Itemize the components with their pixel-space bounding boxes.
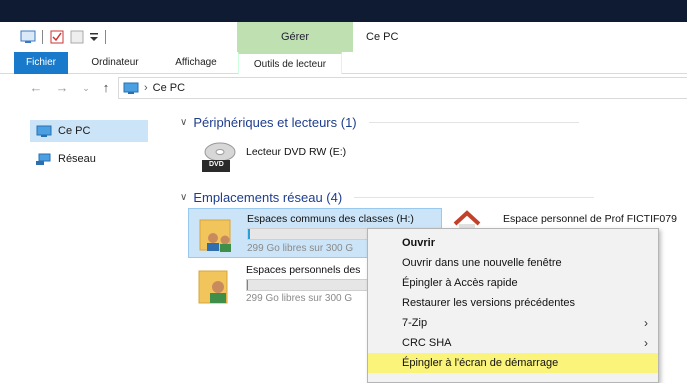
sidebar-item-network[interactable]: Réseau — [30, 148, 148, 170]
sidebar-item-label: Ce PC — [58, 125, 91, 137]
breadcrumb-chevron-icon[interactable]: › — [144, 82, 148, 94]
group-divider — [368, 122, 579, 123]
sidebar-item-label: Réseau — [58, 153, 96, 165]
context-menu: Ouvrir Ouvrir dans une nouvelle fenêtre … — [367, 228, 659, 383]
dvd-drive-label: Lecteur DVD RW (E:) — [246, 146, 347, 158]
network-icon — [36, 153, 51, 165]
forward-arrow-icon[interactable]: → — [54, 80, 70, 96]
pc-icon — [123, 82, 139, 94]
navigation-pane: Ce PC Réseau — [0, 108, 172, 383]
navigation-bar: ← → ⌄ ↑ › Ce PC — [0, 77, 687, 101]
dvd-drive-icon — [202, 142, 236, 172]
new-folder-icon[interactable] — [49, 30, 65, 44]
context-menu-item-restore-versions[interactable]: Restaurer les versions précédentes — [368, 293, 658, 313]
toolbar-separator — [105, 30, 106, 44]
manage-contextual-tab[interactable]: Gérer — [237, 22, 353, 52]
screen-top-bar — [0, 0, 687, 22]
drive-free-space: 299 Go libres sur 300 G — [246, 293, 353, 304]
address-bar[interactable]: › Ce PC — [118, 77, 687, 99]
recent-locations-chevron-icon[interactable]: ⌄ — [78, 80, 94, 96]
network-folder-icon — [199, 219, 231, 252]
context-menu-item-pin-start[interactable]: Épingler à l'écran de démarrage — [368, 353, 658, 373]
context-menu-item-crc-sha[interactable]: CRC SHA › — [368, 333, 658, 353]
customize-arrow-icon[interactable] — [89, 30, 99, 44]
context-menu-label: 7-Zip — [402, 317, 428, 329]
tab-view[interactable]: Affichage — [163, 52, 229, 74]
window-title: Ce PC — [366, 31, 399, 43]
collapse-chevron-icon[interactable]: ∨ — [180, 192, 187, 203]
network-folder-icon — [198, 270, 228, 304]
network-group-header[interactable]: ∨ Emplacements réseau (4) — [180, 190, 595, 205]
quick-access-toolbar — [20, 30, 108, 44]
breadcrumb-current[interactable]: Ce PC — [153, 82, 185, 94]
group-title: Périphériques et lecteurs (1) — [193, 115, 357, 130]
back-arrow-icon[interactable]: ← — [28, 80, 44, 96]
devices-group-header[interactable]: ∨ Périphériques et lecteurs (1) — [180, 115, 579, 130]
context-menu-item-pin-quick-access[interactable]: Épingler à Accès rapide — [368, 273, 658, 293]
ribbon-tabs: Fichier Ordinateur Affichage Outils de l… — [0, 52, 687, 74]
properties-icon[interactable] — [20, 30, 36, 44]
drive-usage-bar — [246, 279, 368, 291]
up-arrow-icon[interactable]: ↑ — [98, 80, 114, 96]
tab-file[interactable]: Fichier — [14, 52, 68, 74]
group-title: Emplacements réseau (4) — [193, 190, 343, 205]
drive-name: Espaces communs des classes (H:) — [247, 213, 414, 225]
drive-usage-fill — [247, 280, 249, 290]
context-menu-item-open[interactable]: Ouvrir — [368, 233, 658, 253]
context-menu-label: CRC SHA — [402, 337, 452, 349]
group-divider — [354, 197, 595, 198]
rename-icon[interactable] — [69, 30, 85, 44]
drive-name: Espaces personnels des — [246, 264, 361, 276]
pc-icon — [36, 125, 52, 137]
tab-computer[interactable]: Ordinateur — [78, 52, 152, 74]
dvd-badge: DVD — [209, 161, 224, 168]
submenu-chevron-icon: › — [644, 336, 648, 350]
toolbar-separator — [42, 30, 43, 44]
submenu-chevron-icon: › — [644, 316, 648, 330]
dvd-drive-tile[interactable]: DVD Lecteur DVD RW (E:) — [196, 140, 396, 180]
context-menu-item-7zip[interactable]: 7-Zip › — [368, 313, 658, 333]
drive-name: Espace personnel de Prof FICTIF079 — [503, 213, 677, 225]
sidebar-item-this-pc[interactable]: Ce PC — [30, 120, 148, 142]
drive-free-space: 299 Go libres sur 300 G — [247, 243, 354, 254]
drive-usage-fill — [248, 229, 250, 239]
collapse-chevron-icon[interactable]: ∨ — [180, 117, 187, 128]
tab-drive-tools[interactable]: Outils de lecteur — [238, 52, 342, 74]
context-menu-item-open-new-window[interactable]: Ouvrir dans une nouvelle fenêtre — [368, 253, 658, 273]
network-drive-tile-personal[interactable]: Espaces personnels des 299 Go libres sur… — [188, 262, 368, 310]
